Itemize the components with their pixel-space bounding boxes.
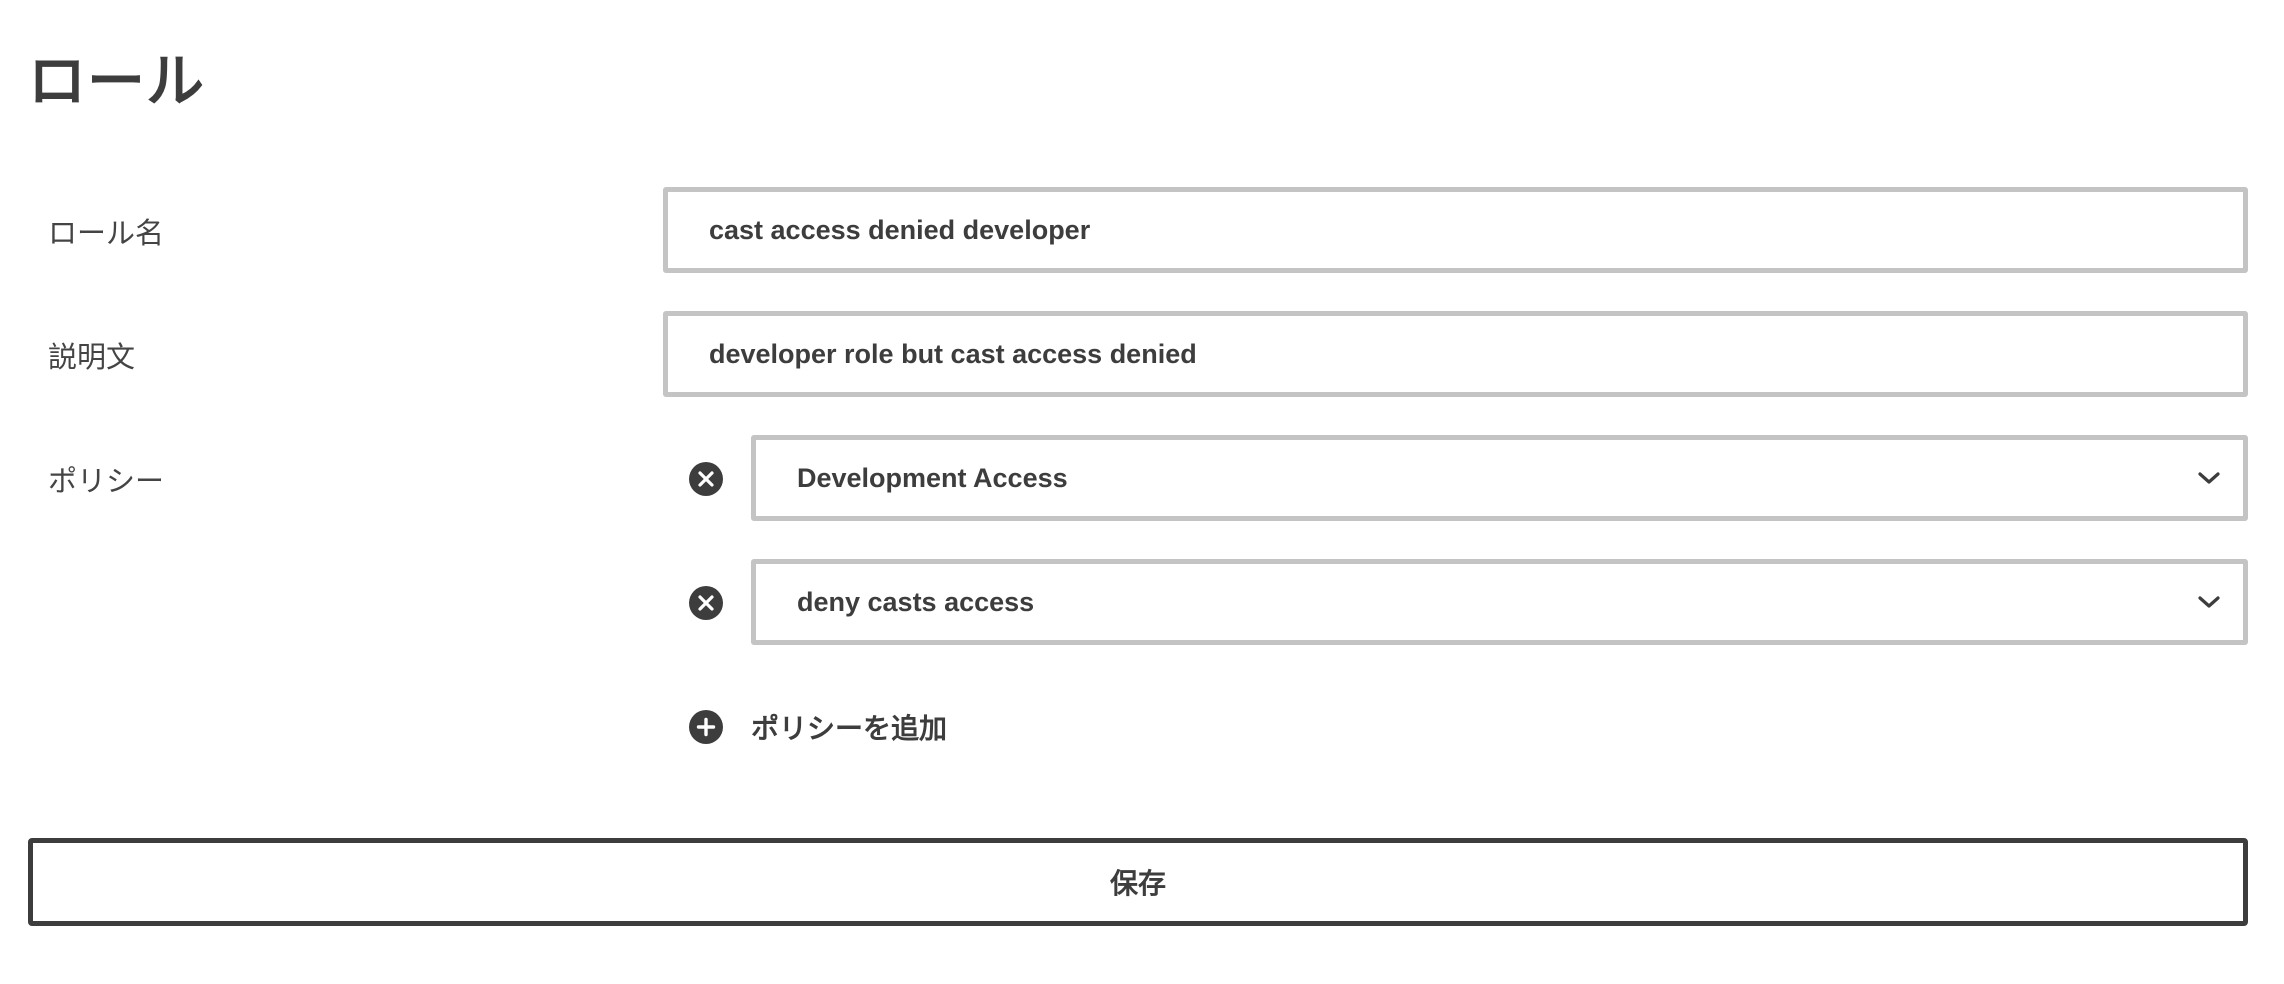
role-name-input[interactable] (663, 187, 2248, 273)
role-name-label: ロール名 (48, 216, 165, 250)
add-policy-button[interactable]: ポリシーを追加 (689, 707, 947, 747)
close-circle-icon (689, 586, 723, 620)
page-title: ロール (28, 47, 206, 115)
remove-policy-button[interactable] (689, 462, 723, 496)
chevron-down-icon (2197, 469, 2221, 487)
policy-select-value: deny casts access (797, 587, 1035, 617)
close-circle-icon (689, 462, 723, 496)
policy-select[interactable]: Development Access (751, 435, 2248, 521)
plus-circle-icon (689, 710, 723, 744)
description-input[interactable] (663, 311, 2248, 397)
policies-label: ポリシー (48, 464, 165, 498)
description-label: 説明文 (48, 340, 136, 374)
chevron-down-icon (2197, 593, 2221, 611)
remove-policy-button[interactable] (689, 586, 723, 620)
save-button[interactable]: 保存 (28, 838, 2248, 926)
policy-select[interactable]: deny casts access (751, 559, 2248, 645)
add-policy-label: ポリシーを追加 (751, 712, 948, 745)
policy-select-value: Development Access (797, 463, 1068, 493)
